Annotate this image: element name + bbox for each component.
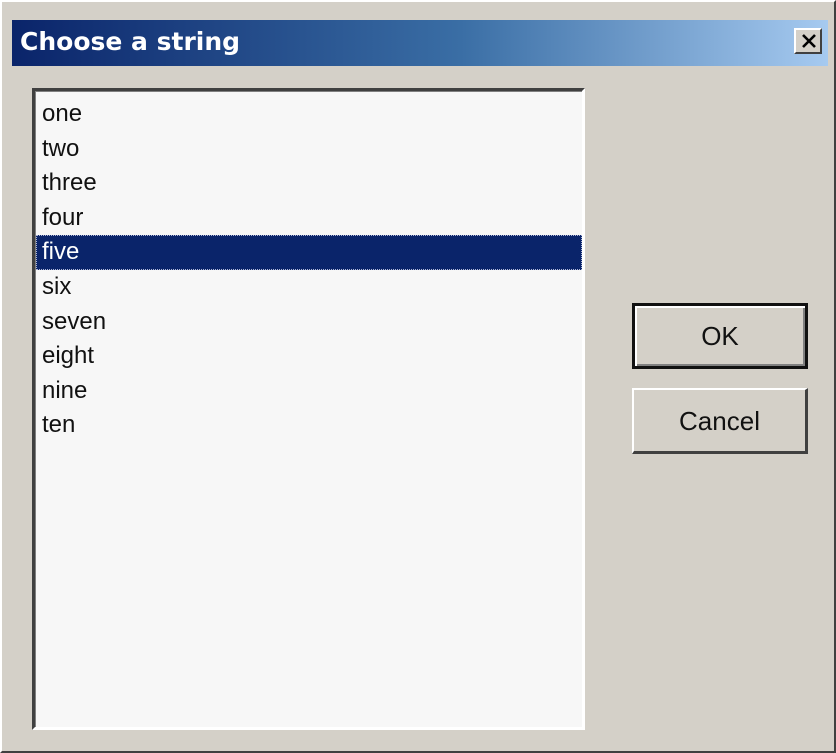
list-item-two[interactable]: two bbox=[36, 132, 582, 167]
listbox-items: one two three four five six seven eight … bbox=[35, 91, 582, 727]
cancel-button[interactable]: Cancel bbox=[632, 388, 808, 454]
list-item-four[interactable]: four bbox=[36, 201, 582, 236]
list-item-ten[interactable]: ten bbox=[36, 408, 582, 443]
list-item-seven[interactable]: seven bbox=[36, 305, 582, 340]
list-item-eight[interactable]: eight bbox=[36, 339, 582, 374]
list-item-five[interactable]: five bbox=[36, 235, 582, 270]
dialog-window: Choose a string one two three four five … bbox=[0, 0, 836, 753]
close-icon bbox=[802, 34, 816, 48]
list-item-one[interactable]: one bbox=[36, 97, 582, 132]
list-item-six[interactable]: six bbox=[36, 270, 582, 305]
list-item-nine[interactable]: nine bbox=[36, 374, 582, 409]
list-item-three[interactable]: three bbox=[36, 166, 582, 201]
title-bar[interactable]: Choose a string bbox=[12, 20, 828, 66]
string-listbox[interactable]: one two three four five six seven eight … bbox=[32, 88, 585, 730]
dialog-title: Choose a string bbox=[20, 27, 241, 56]
close-button[interactable] bbox=[794, 28, 822, 54]
ok-button[interactable]: OK bbox=[632, 303, 808, 369]
